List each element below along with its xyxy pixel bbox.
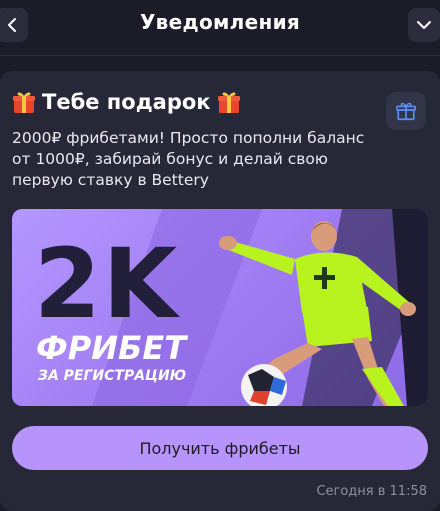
notification-title: Тебе подарок xyxy=(12,90,241,114)
gift-icon xyxy=(396,102,416,121)
top-bar: Уведомления xyxy=(0,0,440,52)
notification-text: 2000₽ фрибетами! Просто пополни баланс о… xyxy=(12,129,365,189)
header-divider xyxy=(0,55,440,56)
promo-banner-art: 2K ФРИБЕТ ЗА РЕГИСТРАЦИЮ xyxy=(34,209,428,406)
get-freebets-button[interactable]: Получить фрибеты xyxy=(12,426,428,470)
promo-banner[interactable]: 2K ФРИБЕТ ЗА РЕГИСТРАЦИЮ xyxy=(12,209,428,406)
banner-subline: ЗА РЕГИСТРАЦИЮ xyxy=(38,368,186,384)
chevron-down-icon xyxy=(417,21,431,29)
notification-title-text: Тебе подарок xyxy=(42,90,211,114)
menu-button[interactable] xyxy=(408,8,440,42)
gift-emoji-icon xyxy=(217,92,240,113)
banner-headline: ФРИБЕТ xyxy=(36,329,188,367)
gift-badge xyxy=(386,92,426,130)
gift-emoji-icon xyxy=(13,92,35,113)
banner-amount: 2K xyxy=(34,228,181,340)
page-title: Уведомления xyxy=(139,10,301,34)
notification-timestamp: Сегодня в 11:58 xyxy=(316,484,427,499)
